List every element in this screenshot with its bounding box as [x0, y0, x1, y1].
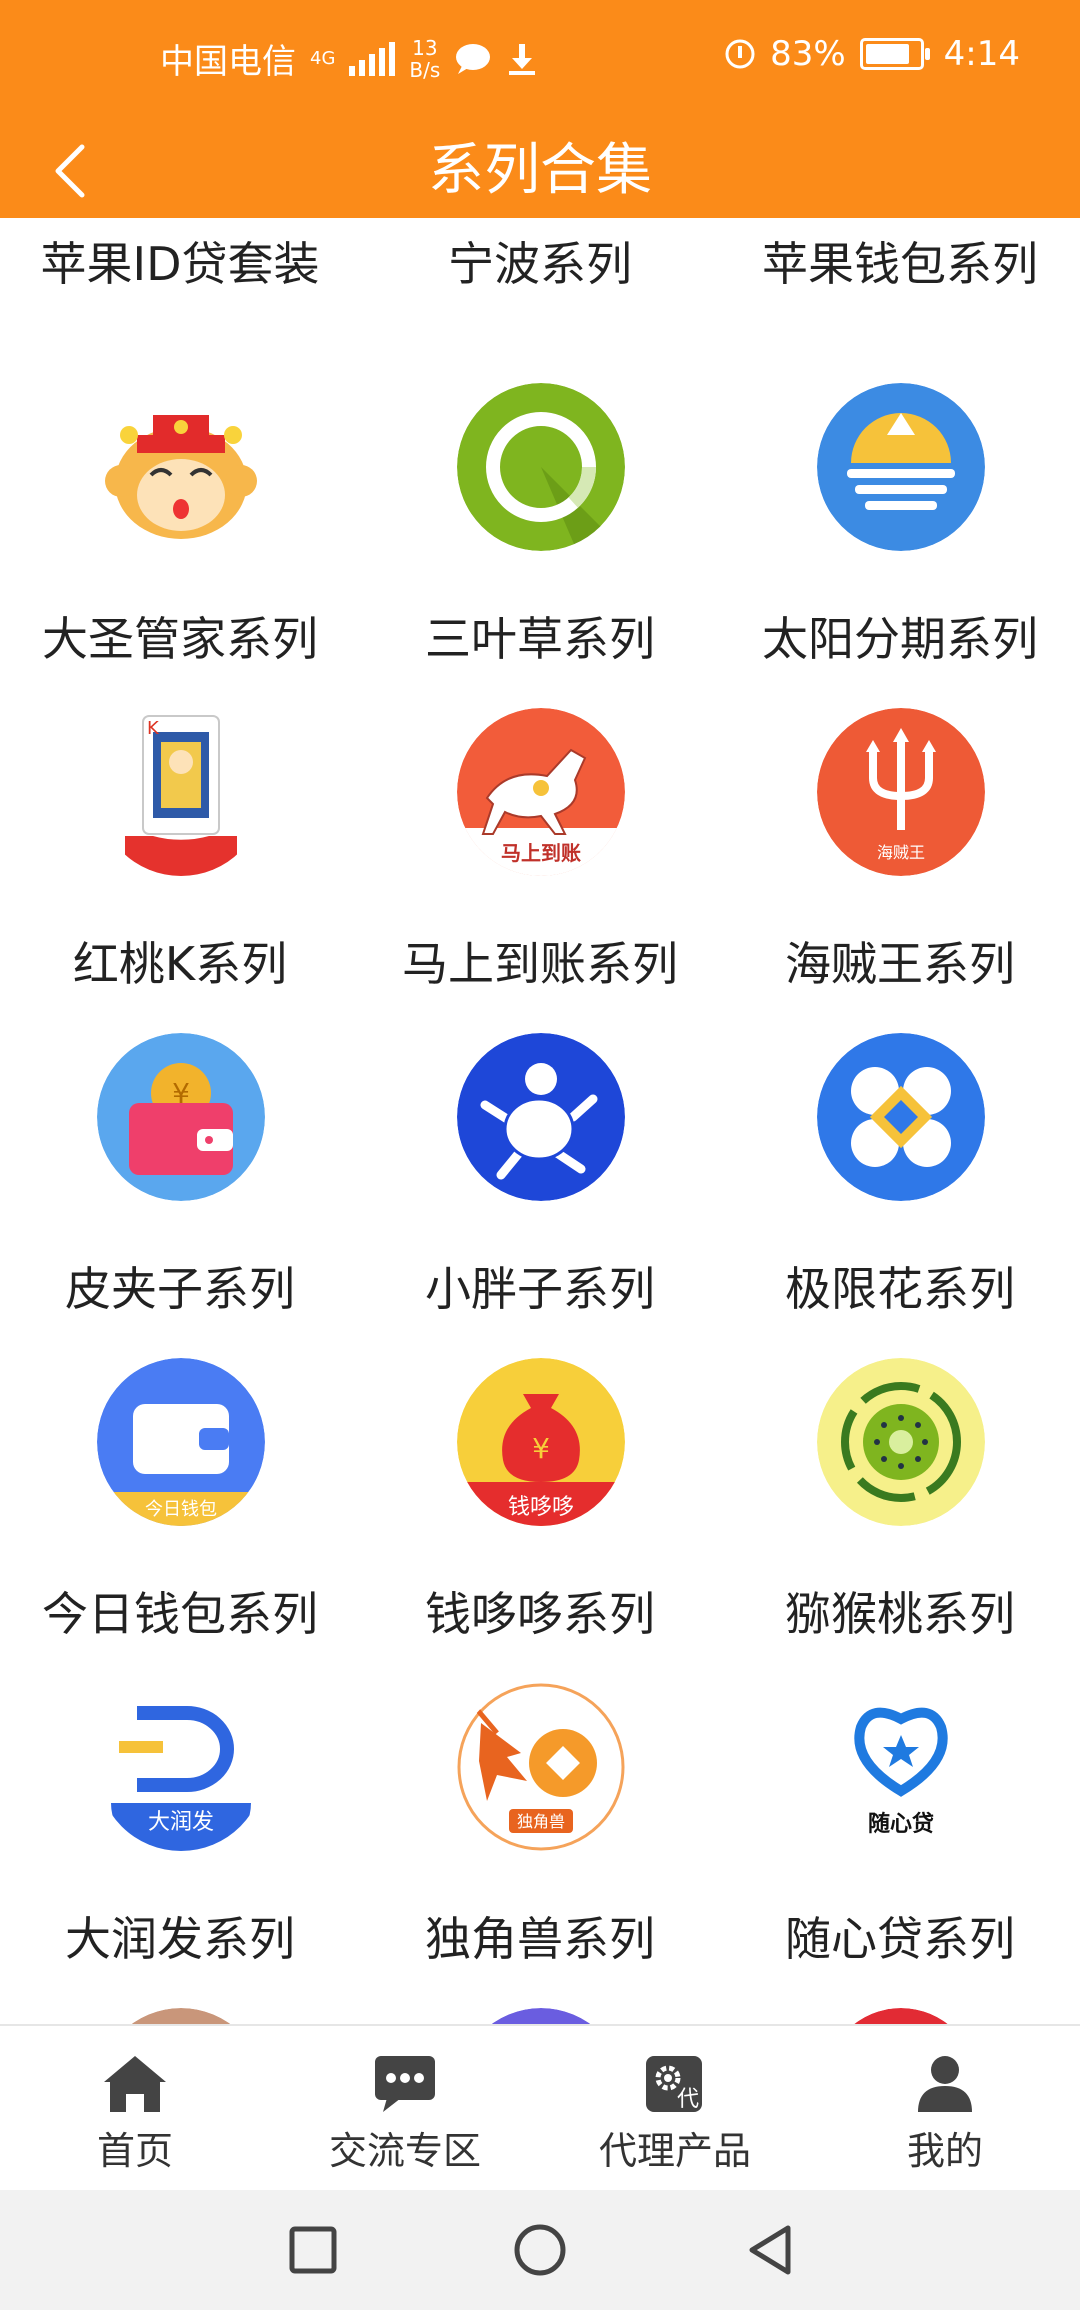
icon-caption: 随心贷: [868, 1811, 934, 1837]
monkey-king-icon: [97, 383, 265, 551]
icon-caption: 大润发: [148, 1810, 214, 1835]
clock: 4:14: [943, 34, 1020, 74]
tab-label: 首页: [96, 2129, 173, 2173]
tab-label: 我的: [906, 2129, 983, 2173]
message-icon: [456, 43, 491, 74]
series-label: 钱哆哆系列: [425, 1587, 655, 1641]
trident-icon: 海贼王: [817, 708, 985, 876]
page-title: 系列合集: [428, 138, 652, 203]
triangle-back-icon: [749, 2225, 791, 2275]
status-bar: 中国电信 4G 13 B/s 83% 4:14: [0, 0, 1080, 124]
battery-percent: 83%: [770, 34, 846, 74]
system-nav-bar: [0, 2190, 1080, 2310]
bottom-tab-bar: 首页 交流专区 代 代理产品 我的: [0, 2024, 1080, 2192]
series-label: 今日钱包系列: [42, 1587, 318, 1641]
series-label: 苹果ID贷套装: [40, 237, 320, 291]
agent-gear-icon: 代: [646, 2056, 702, 2112]
series-label: 大润发系列: [65, 1912, 295, 1966]
tab-label: 交流专区: [328, 2129, 481, 2173]
series-label: 小胖子系列: [425, 1262, 655, 1316]
icon-caption: 海贼王: [877, 843, 925, 862]
back-nav-button[interactable]: [740, 2220, 800, 2280]
heart-star-icon: 随心贷: [817, 1683, 985, 1851]
brown-circle-icon: [97, 2008, 265, 2024]
series-label: 皮夹子系列: [65, 1262, 295, 1316]
network-speed: 13 B/s: [409, 35, 441, 82]
series-label: 独角兽系列: [425, 1912, 655, 1966]
user-icon: [918, 2056, 972, 2112]
white-horse-icon: 马上到账: [457, 708, 625, 876]
kiwi-icon: [817, 1358, 985, 1526]
agent-badge: 代: [677, 2087, 699, 2112]
series-label: 太阳分期系列: [762, 612, 1038, 666]
icon-caption: 今日钱包: [145, 1499, 217, 1520]
series-label: 宁波系列: [448, 237, 632, 291]
square-icon: [289, 2226, 337, 2274]
header-bar: 系列合集: [0, 124, 1080, 218]
series-label: 三叶草系列: [425, 612, 655, 666]
series-label: 马上到账系列: [402, 937, 678, 991]
icon-caption: 马上到账: [501, 841, 581, 865]
series-label: 猕猴桃系列: [785, 1587, 1015, 1641]
tab-community[interactable]: 交流专区: [270, 2026, 540, 2192]
green-ring-icon: [457, 383, 625, 551]
network-type: 4G: [310, 48, 336, 69]
chat-icon: [375, 2056, 435, 2112]
tab-label: 代理产品: [598, 2129, 751, 2173]
letter-d-icon: 大润发: [97, 1683, 265, 1851]
flower-diamond-icon: [817, 1033, 985, 1201]
circle-icon: [514, 2224, 566, 2276]
king-of-hearts-card-icon: K: [97, 708, 265, 876]
series-label: 苹果钱包系列: [762, 237, 1038, 291]
unicorn-icon: 独角兽: [457, 1683, 625, 1851]
signal-icon: [349, 41, 396, 76]
svg-text:K: K: [147, 718, 160, 739]
series-label: 海贼王系列: [785, 937, 1015, 991]
tab-home[interactable]: 首页: [0, 2026, 270, 2192]
download-icon: [509, 43, 536, 75]
home-icon: [104, 2056, 166, 2112]
red-diamond-icon: [825, 2008, 977, 2024]
battery-icon: [859, 38, 930, 70]
money-bag-icon: ¥ 钱哆哆: [457, 1358, 625, 1526]
popcorn-icon: [457, 2008, 625, 2024]
wallet-coin-icon: ¥: [97, 1033, 265, 1201]
recent-apps-button[interactable]: [283, 2220, 343, 2280]
running-man-icon: [457, 1033, 625, 1201]
home-button[interactable]: [510, 2220, 570, 2280]
series-label: 随心贷系列: [785, 1912, 1015, 1966]
power-saver-icon: [725, 39, 755, 69]
tab-mine[interactable]: 我的: [810, 2026, 1080, 2192]
icon-caption: 钱哆哆: [508, 1495, 574, 1520]
series-label: 红桃K系列: [72, 937, 288, 991]
series-label: 大圣管家系列: [42, 612, 318, 666]
series-label: 极限花系列: [785, 1262, 1015, 1316]
tab-agent-products[interactable]: 代 代理产品: [540, 2026, 810, 2192]
series-list[interactable]: 苹果ID贷套装 宁波系列 苹果钱包系列 大圣管家系列 三叶草系列 太阳分期系列 …: [0, 218, 1080, 2024]
icon-caption: 独角兽: [517, 1812, 565, 1831]
carrier-label: 中国电信: [160, 42, 296, 82]
svg-text:¥: ¥: [532, 1432, 550, 1465]
sun-waves-icon: [817, 383, 985, 551]
white-wallet-icon: 今日钱包: [97, 1358, 265, 1526]
